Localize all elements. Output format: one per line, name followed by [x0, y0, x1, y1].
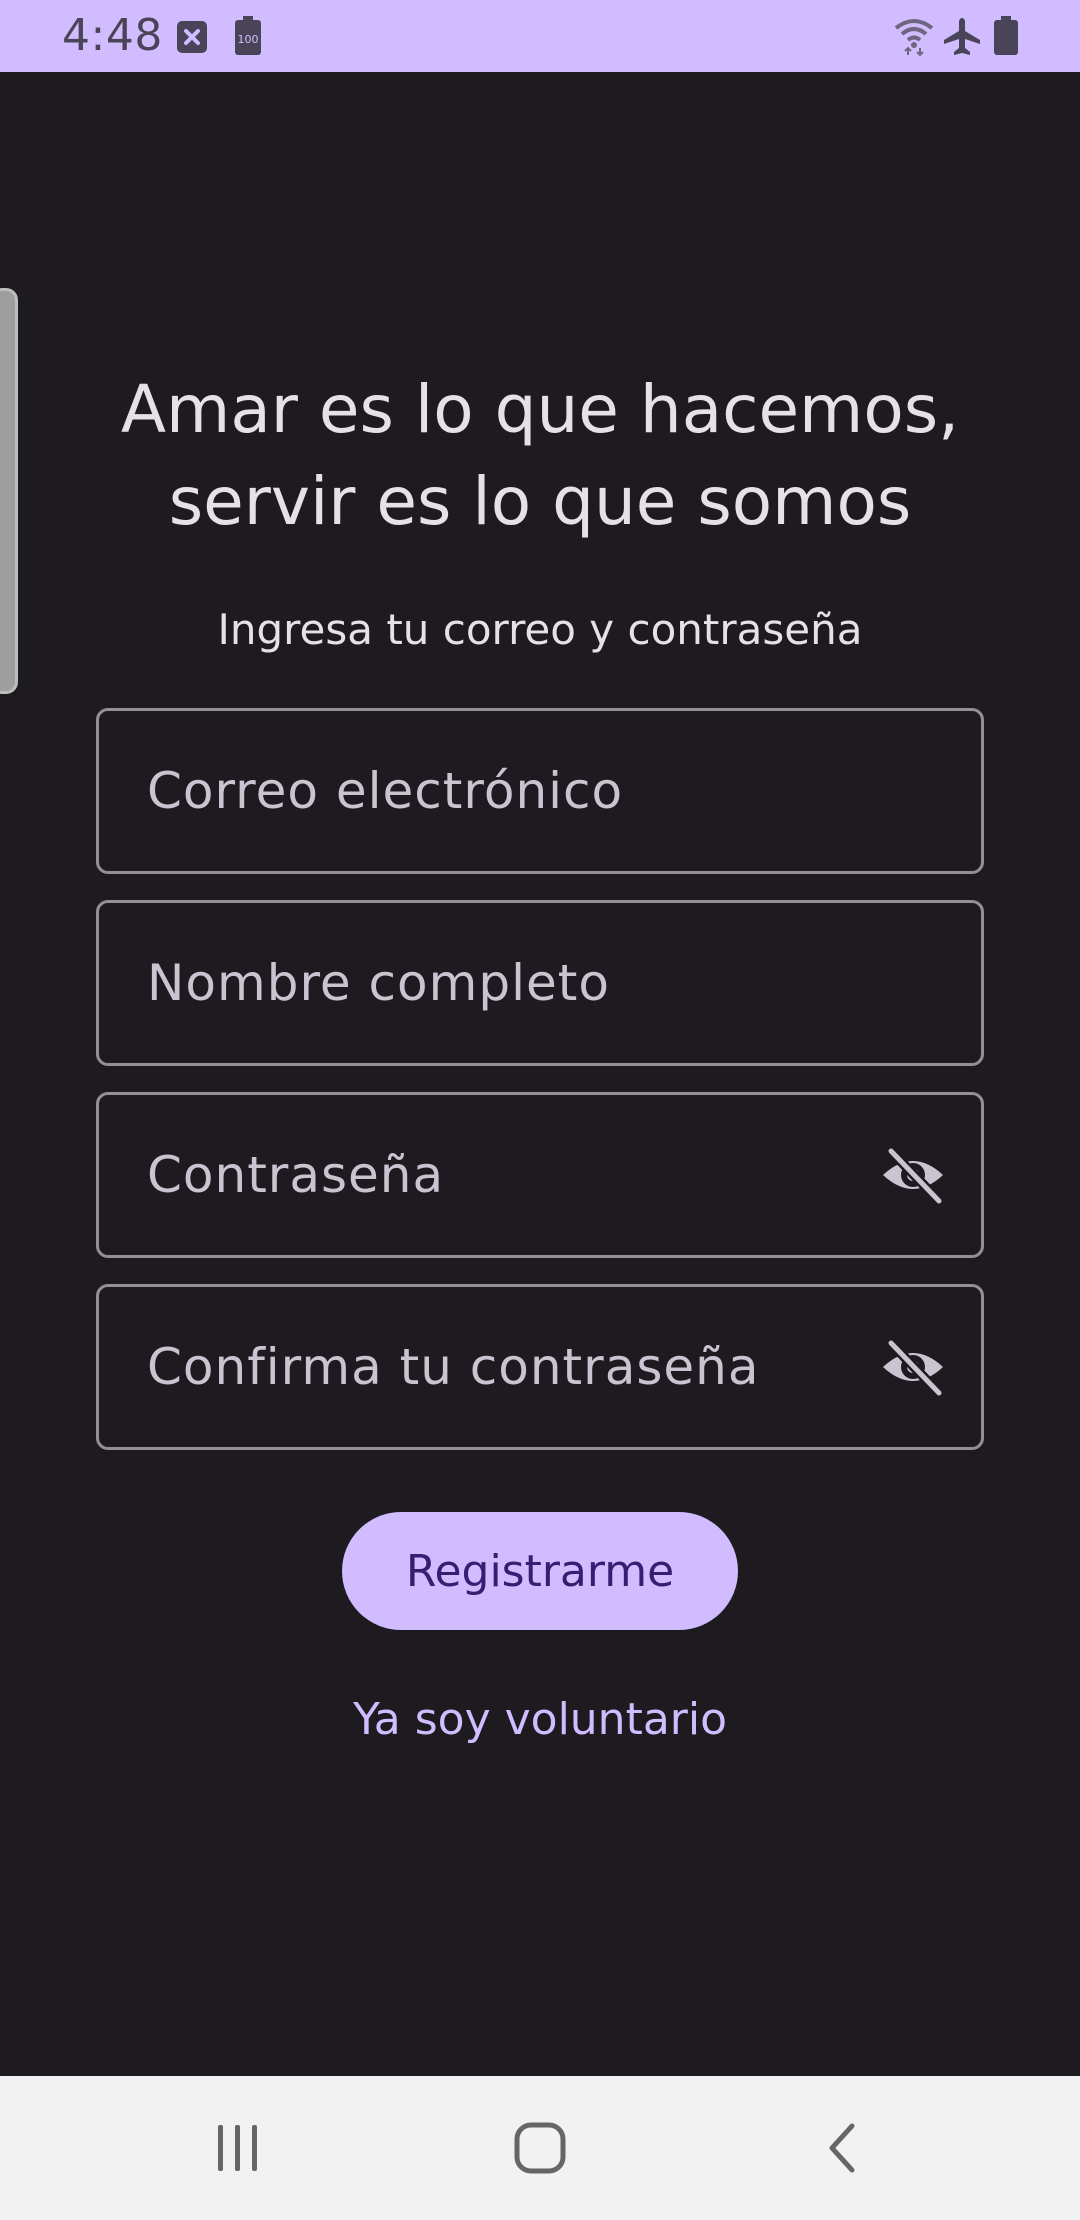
full-name-field[interactable]: Nombre completo	[96, 900, 984, 1066]
page-subtitle: Ingresa tu correo y contraseña	[217, 605, 863, 654]
recent-apps-icon	[218, 2125, 257, 2171]
email-field-placeholder: Correo electrónico	[147, 762, 624, 820]
confirm-password-field-placeholder: Confirma tu contraseña	[147, 1338, 760, 1396]
already-volunteer-link-label: Ya soy voluntario	[352, 1693, 728, 1745]
airplane-mode-icon	[944, 18, 980, 55]
back-icon	[829, 2123, 855, 2173]
battery-100-icon: 100	[235, 16, 261, 55]
wifi-icon	[894, 19, 934, 56]
visibility-off-icon[interactable]	[879, 1145, 947, 1205]
edge-panel-handle[interactable]	[0, 288, 18, 694]
back-button[interactable]	[797, 2106, 887, 2190]
password-field[interactable]: Contraseña	[96, 1092, 984, 1258]
full-name-field-placeholder: Nombre completo	[147, 954, 610, 1012]
home-button[interactable]	[495, 2106, 585, 2190]
status-time: 4:48	[62, 10, 163, 61]
visibility-off-icon[interactable]	[879, 1337, 947, 1397]
system-navigation-bar	[0, 2076, 1080, 2220]
battery-icon	[994, 16, 1018, 55]
status-bar: 4:48 100	[0, 0, 1080, 72]
register-button-label: Registrarme	[405, 1545, 675, 1597]
register-screen: 4:48 100 Amar es lo que hacemos, servir …	[0, 0, 1080, 2220]
register-button[interactable]: Registrarme	[342, 1512, 738, 1630]
confirm-password-field[interactable]: Confirma tu contraseña	[96, 1284, 984, 1450]
svg-text:100: 100	[238, 33, 259, 46]
password-field-placeholder: Contraseña	[147, 1146, 445, 1204]
page-title: Amar es lo que hacemos, servir es lo que…	[120, 371, 960, 540]
home-icon	[514, 2122, 566, 2174]
recent-apps-button[interactable]	[193, 2106, 283, 2190]
already-volunteer-link[interactable]: Ya soy voluntario	[300, 1684, 780, 1754]
notification-blocked-icon	[177, 21, 207, 53]
email-field[interactable]: Correo electrónico	[96, 708, 984, 874]
